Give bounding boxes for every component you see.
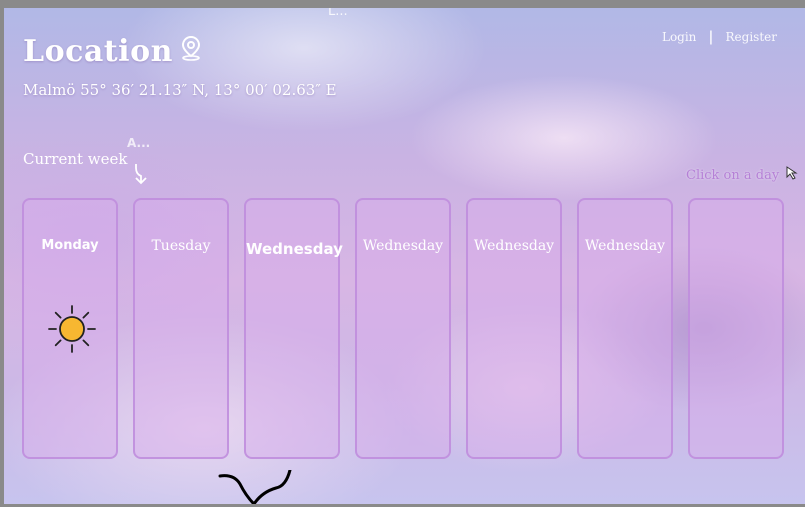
login-link[interactable]: Login — [662, 30, 696, 44]
day-card-tuesday[interactable]: Tuesday — [133, 198, 229, 459]
day-card-wednesday-4[interactable]: Wednesday — [577, 198, 673, 459]
day-card-monday[interactable]: Monday — [22, 198, 118, 459]
sun-icon — [47, 304, 97, 358]
location-pin-icon — [179, 34, 203, 69]
page-background: L... Location Malmö 55° 36′ 21.13″ N, 13… — [4, 8, 805, 504]
day-label: Wednesday — [362, 238, 444, 254]
day-label: Wednesday — [473, 238, 555, 254]
arrow-down-icon — [131, 162, 149, 190]
day-label: Tuesday — [151, 238, 211, 254]
day-label: Wednesday — [246, 240, 343, 258]
day-card-wednesday-3[interactable]: Wednesday — [466, 198, 562, 459]
auth-links: Login | Register — [662, 29, 777, 45]
day-label: Wednesday — [584, 238, 666, 254]
week-abbr-label: A... — [127, 136, 151, 150]
register-link[interactable]: Register — [726, 30, 777, 44]
location-coordinates: Malmö 55° 36′ 21.13″ N, 13° 00′ 02.63″ E — [23, 81, 337, 99]
scribble-mark — [216, 468, 296, 504]
click-day-hint: Click on a day — [686, 166, 799, 184]
day-label: Monday — [41, 238, 99, 253]
current-week-label: Current week — [23, 150, 128, 168]
day-card-wednesday[interactable]: Wednesday — [244, 198, 343, 459]
auth-separator: | — [708, 29, 714, 45]
day-card-wednesday-2[interactable]: Wednesday — [355, 198, 451, 459]
hint-text: Click on a day — [686, 167, 780, 183]
cursor-icon — [785, 166, 799, 184]
page-title: Location — [23, 34, 203, 69]
top-truncated-label: L... — [328, 8, 348, 19]
day-card-empty[interactable] — [688, 198, 784, 459]
title-text: Location — [23, 34, 173, 69]
